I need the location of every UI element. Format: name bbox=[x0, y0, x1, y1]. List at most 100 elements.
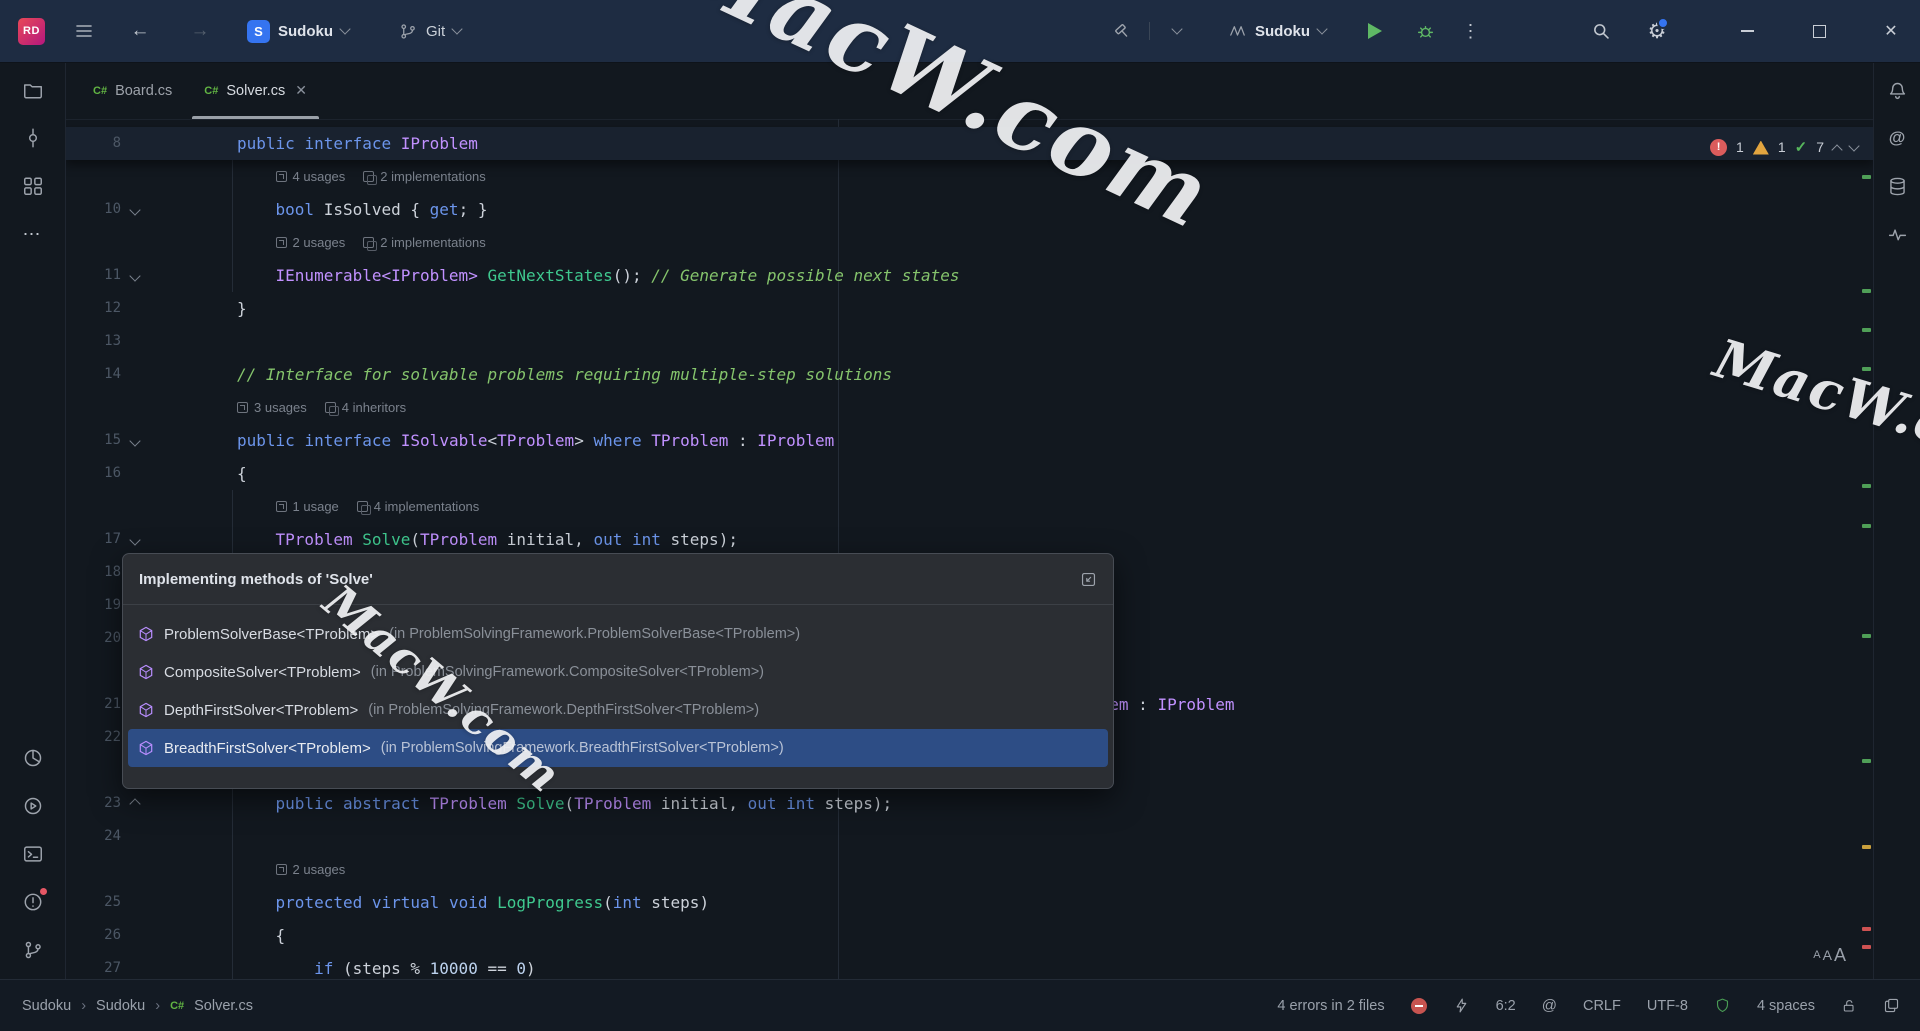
line-number[interactable] bbox=[65, 754, 121, 787]
code-vision-hint[interactable]: 4 implementations bbox=[357, 490, 480, 523]
inspections-widget[interactable]: ! 1 ! 1 ✓ 7 bbox=[1710, 131, 1858, 164]
git-toolwindow-button[interactable] bbox=[13, 930, 53, 970]
stripe-mark[interactable] bbox=[1862, 945, 1871, 949]
tab-board-cs[interactable]: C# Board.cs bbox=[77, 62, 188, 119]
code-vision-hint[interactable]: 4 usages bbox=[276, 160, 346, 193]
breadcrumb-item[interactable]: Solver.cs bbox=[194, 998, 253, 1014]
line-number[interactable]: 16 bbox=[65, 457, 121, 490]
ai-assistant-button[interactable]: @ bbox=[1877, 118, 1917, 158]
line-number[interactable]: 19 bbox=[65, 589, 121, 622]
popup-item[interactable]: ProblemSolverBase<TProblem>(in ProblemSo… bbox=[128, 615, 1108, 653]
previous-problem-button[interactable] bbox=[1831, 144, 1842, 155]
breadcrumb-item[interactable]: Sudoku bbox=[22, 998, 71, 1014]
search-button[interactable] bbox=[1584, 14, 1618, 48]
code-vision-hint[interactable]: 2 implementations bbox=[363, 160, 486, 193]
code-row[interactable]: 12} bbox=[65, 292, 1874, 325]
profiler-toolwindow-button[interactable] bbox=[1877, 214, 1917, 254]
code-editor[interactable]: 4 usages 2 implementations10 bool IsSolve… bbox=[65, 119, 1874, 980]
line-number[interactable] bbox=[65, 490, 121, 523]
close-button[interactable]: ✕ bbox=[1874, 14, 1908, 48]
stripe-mark[interactable] bbox=[1862, 759, 1871, 763]
project-toolwindow-button[interactable] bbox=[13, 70, 53, 110]
rider-logo-icon[interactable]: RD bbox=[18, 18, 45, 45]
tab-close-icon[interactable]: ✕ bbox=[295, 82, 307, 99]
line-number[interactable]: 27 bbox=[65, 952, 121, 980]
implementations-gutter-icon[interactable] bbox=[129, 204, 140, 215]
line-number[interactable]: 10 bbox=[65, 193, 121, 226]
codevision-row[interactable]: 1 usage 4 implementations bbox=[65, 490, 1874, 523]
stripe-mark[interactable] bbox=[1862, 328, 1871, 332]
breadcrumb-item[interactable]: Sudoku bbox=[96, 998, 145, 1014]
next-problem-button[interactable] bbox=[1848, 140, 1859, 151]
code-row[interactable]: 26 { bbox=[65, 919, 1874, 952]
reader-mode-button[interactable] bbox=[1411, 998, 1427, 1014]
line-number[interactable] bbox=[65, 853, 121, 886]
encoding-widget[interactable]: UTF-8 bbox=[1647, 998, 1688, 1014]
line-number[interactable]: 8 bbox=[65, 127, 121, 160]
overrides-gutter-icon[interactable] bbox=[129, 798, 140, 809]
run-button[interactable] bbox=[1358, 14, 1392, 48]
database-toolwindow-button[interactable] bbox=[1877, 166, 1917, 206]
line-number[interactable] bbox=[65, 160, 121, 193]
errors-summary[interactable]: 4 errors in 2 files bbox=[1277, 998, 1384, 1014]
build-button[interactable] bbox=[1105, 14, 1139, 48]
code-vision-hint[interactable]: 2 implementations bbox=[363, 226, 486, 259]
security-shield-button[interactable] bbox=[1714, 997, 1731, 1014]
stripe-mark[interactable] bbox=[1862, 845, 1871, 849]
line-number[interactable] bbox=[65, 226, 121, 259]
code-row[interactable]: 16{ bbox=[65, 457, 1874, 490]
popup-item[interactable]: CompositeSolver<TProblem>(in ProblemSolv… bbox=[128, 653, 1108, 691]
implementations-gutter-icon[interactable] bbox=[129, 435, 140, 446]
line-number[interactable]: 14 bbox=[65, 358, 121, 391]
stripe-mark[interactable] bbox=[1862, 634, 1871, 638]
commit-toolwindow-button[interactable] bbox=[13, 118, 53, 158]
stripe-mark[interactable] bbox=[1862, 289, 1871, 293]
navigate-forward-button[interactable]: → bbox=[183, 14, 217, 48]
line-number[interactable]: 11 bbox=[65, 259, 121, 292]
stripe-mark[interactable] bbox=[1862, 927, 1871, 931]
code-vision-hint[interactable]: 4 inheritors bbox=[325, 391, 406, 424]
lock-button[interactable] bbox=[1841, 998, 1857, 1014]
implementations-gutter-icon[interactable] bbox=[129, 534, 140, 545]
stripe-mark[interactable] bbox=[1862, 484, 1871, 488]
services-toolwindow-button[interactable] bbox=[13, 786, 53, 826]
code-row[interactable]: 11 IEnumerable<IProblem> GetNextStates()… bbox=[65, 259, 1874, 292]
code-row[interactable]: 15public interface ISolvable<TProblem> w… bbox=[65, 424, 1874, 457]
codevision-row[interactable]: 2 usages bbox=[65, 853, 1874, 886]
vcs-widget[interactable]: Git bbox=[391, 13, 469, 49]
font-size-widget[interactable]: A A A bbox=[1813, 939, 1846, 972]
line-number[interactable]: 20 bbox=[65, 622, 121, 655]
code-row[interactable]: 25 protected virtual void LogProgress(in… bbox=[65, 886, 1874, 919]
code-row[interactable]: 13 bbox=[65, 325, 1874, 358]
more-actions-button[interactable]: ⋮ bbox=[1454, 14, 1488, 48]
line-number[interactable]: 25 bbox=[65, 886, 121, 919]
code-row[interactable]: 14// Interface for solvable problems req… bbox=[65, 358, 1874, 391]
maximize-button[interactable] bbox=[1802, 14, 1836, 48]
code-vision-hint[interactable]: 1 usage bbox=[276, 490, 339, 523]
line-number[interactable] bbox=[65, 655, 121, 688]
project-widget[interactable]: S Sudoku bbox=[239, 13, 357, 49]
main-menu-button[interactable] bbox=[67, 14, 101, 48]
line-number[interactable]: 24 bbox=[65, 820, 121, 853]
stripe-mark[interactable] bbox=[1862, 175, 1871, 179]
error-stripe[interactable] bbox=[1861, 119, 1873, 980]
minimize-button[interactable] bbox=[1730, 14, 1764, 48]
more-toolwindows-button[interactable]: ⋯ bbox=[13, 214, 53, 254]
notifications-stack-icon[interactable] bbox=[1883, 997, 1900, 1014]
stripe-mark[interactable] bbox=[1862, 367, 1871, 371]
problems-toolwindow-button[interactable] bbox=[13, 882, 53, 922]
indent-widget[interactable]: 4 spaces bbox=[1757, 998, 1815, 1014]
sticky-line[interactable]: 8 public interface IProblem bbox=[65, 127, 1874, 160]
open-in-toolwindow-icon[interactable] bbox=[1080, 571, 1097, 588]
terminal-toolwindow-button[interactable] bbox=[13, 834, 53, 874]
code-vision-hint[interactable]: 2 usages bbox=[276, 226, 346, 259]
line-number[interactable]: 18 bbox=[65, 556, 121, 589]
popup-header[interactable]: Implementing methods of 'Solve' bbox=[123, 554, 1113, 605]
line-number[interactable] bbox=[65, 391, 121, 424]
line-number[interactable]: 21 bbox=[65, 688, 121, 721]
code-row[interactable]: 10 bool IsSolved { get; } bbox=[65, 193, 1874, 226]
codevision-row[interactable]: 2 usages 2 implementations bbox=[65, 226, 1874, 259]
column-mode-icon[interactable]: @ bbox=[1542, 997, 1557, 1014]
navigate-back-button[interactable]: ← bbox=[123, 14, 157, 48]
structure-toolwindow-button[interactable] bbox=[13, 166, 53, 206]
